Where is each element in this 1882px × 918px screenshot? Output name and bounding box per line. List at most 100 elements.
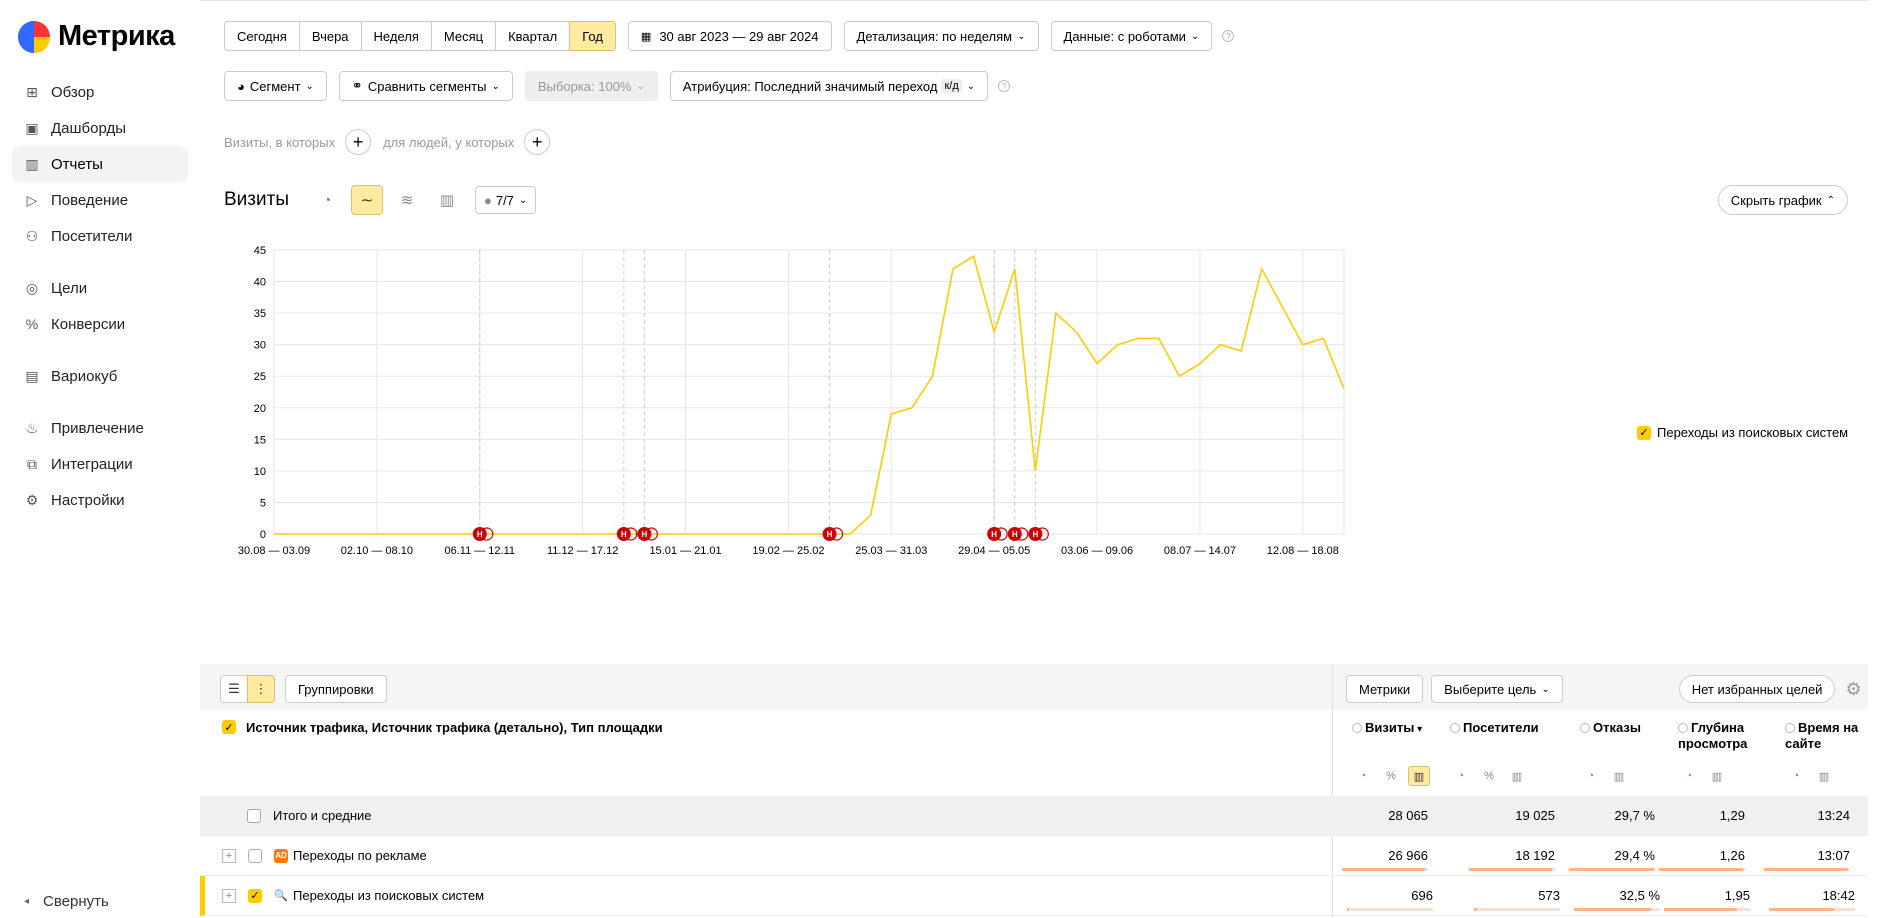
sidebar-item-2[interactable]: ▣ Дашборды: [12, 110, 188, 146]
metric-bar: [1764, 868, 1849, 871]
help-icon[interactable]: [1678, 723, 1688, 733]
metric-header-2[interactable]: Посетители: [1450, 720, 1570, 736]
bar-chart-view-icon[interactable]: ▥: [431, 185, 463, 215]
sidebar-item-1[interactable]: ⊞ Обзор: [12, 74, 188, 110]
expand-row-icon[interactable]: +: [222, 848, 236, 863]
sidebar-item-8[interactable]: ▤ Вариокуб: [12, 358, 188, 394]
ad-icon: AD: [274, 848, 288, 863]
expand-row-icon[interactable]: +: [222, 888, 236, 903]
chevron-up-icon: ⌃: [1826, 194, 1835, 206]
period-button-2[interactable]: Вчера: [298, 21, 362, 51]
pie-view-icon[interactable]: ◔: [1785, 766, 1807, 786]
hide-chart-label: Скрыть график: [1730, 192, 1822, 208]
row-checkbox[interactable]: [248, 848, 262, 863]
sidebar-item-9[interactable]: ♨ Привлечение: [12, 410, 188, 446]
y-tick-label: 5: [260, 497, 266, 509]
data-robots-dropdown[interactable]: Данные: с роботами ⌄: [1050, 21, 1213, 51]
sidebar-item-6[interactable]: ◎ Цели: [12, 270, 188, 306]
sidebar-item-11[interactable]: ⚙ Настройки: [12, 482, 188, 518]
y-tick-label: 25: [254, 371, 266, 383]
metric-view-icons: ◔ ▥: [1785, 766, 1835, 786]
metric-bar: [1574, 908, 1652, 911]
logo[interactable]: Метрика: [18, 20, 175, 53]
bar-chart-icon: ▥: [25, 155, 39, 172]
metrika-logo-icon: [18, 20, 50, 53]
metrics-button[interactable]: Метрики: [1346, 675, 1424, 703]
sort-desc-icon[interactable]: ▾: [1414, 724, 1422, 735]
metric-value: 26 966: [1388, 848, 1428, 863]
bar-view-icon[interactable]: ▥: [1408, 766, 1430, 786]
add-visit-filter-button[interactable]: +: [345, 129, 372, 155]
table-row[interactable]: + AD Переходы по рекламе 26 966 18 192 29,4 %…: [200, 836, 1868, 876]
legend-checkbox[interactable]: ✓: [1637, 425, 1651, 440]
metric-header-4[interactable]: Глубина просмотра: [1678, 720, 1768, 752]
period-button-4[interactable]: Месяц: [430, 21, 497, 51]
metric-value: 13:24: [1817, 808, 1850, 823]
choose-goal-dropdown[interactable]: Выберите цель ⌄: [1431, 675, 1563, 703]
period-button-5[interactable]: Квартал: [495, 21, 571, 51]
metric-value: 29,4 %: [1614, 848, 1655, 863]
pie-view-icon[interactable]: ◔: [1450, 766, 1472, 786]
dimension-header[interactable]: ✓ Источник трафика, Источник трафика (де…: [222, 720, 663, 735]
sidebar-item-5[interactable]: ⚇ Посетители: [12, 218, 188, 254]
dashboard-icon: ▣: [25, 119, 39, 136]
series-count-dropdown[interactable]: ● 7/7 ⌄: [474, 186, 537, 214]
list-view-icon[interactable]: ☰: [220, 675, 248, 703]
chevron-down-icon: ⌄: [518, 194, 528, 206]
bar-view-icon[interactable]: ▥: [1706, 766, 1728, 786]
sample-dropdown[interactable]: Выборка: 100% ⌄: [524, 71, 658, 101]
period-button-6[interactable]: Год: [569, 21, 616, 51]
total-checkbox[interactable]: [247, 808, 261, 823]
pie-icon: ◕: [237, 78, 245, 94]
favorite-goals-button[interactable]: Нет избранных целей: [1678, 675, 1836, 703]
area-chart-view-icon[interactable]: ≋: [391, 185, 423, 215]
row-checkbox[interactable]: ✓: [248, 888, 262, 903]
attribution-dropdown[interactable]: Атрибуция: Последний значимый переход к/…: [669, 71, 989, 101]
pie-view-icon[interactable]: ◔: [1678, 766, 1700, 786]
percent-view-icon[interactable]: %: [1380, 766, 1402, 786]
sidebar-item-7[interactable]: % Конверсии: [12, 306, 188, 342]
help-icon[interactable]: [1450, 723, 1460, 733]
gear-icon[interactable]: ⚙: [1845, 679, 1861, 700]
bar-view-icon[interactable]: ▥: [1506, 766, 1528, 786]
help-icon[interactable]: [1352, 723, 1362, 733]
period-button-3[interactable]: Неделя: [360, 21, 432, 51]
groupings-button[interactable]: Группировки: [285, 675, 387, 703]
main-content: Сегодня Вчера Неделя Месяц Квартал Год ▦ 30 а…: [200, 0, 1868, 918]
sidebar-item-3[interactable]: ▥ Отчеты: [12, 146, 188, 182]
pie-view-icon[interactable]: ◔: [1580, 766, 1602, 786]
attribution-label: Атрибуция: Последний значимый переход: [682, 78, 938, 94]
percent-view-icon[interactable]: %: [1478, 766, 1500, 786]
period-button-1[interactable]: Сегодня: [224, 21, 300, 51]
help-icon[interactable]: [1785, 723, 1795, 733]
detail-dropdown[interactable]: Детализация: по неделям ⌄: [843, 21, 1039, 51]
collapse-sidebar-button[interactable]: ◂ Свернуть: [24, 893, 109, 910]
hide-chart-button[interactable]: Скрыть график ⌃: [1717, 185, 1848, 215]
dimension-checkbox[interactable]: ✓: [222, 720, 236, 734]
sidebar-item-10[interactable]: ⧉ Интеграции: [12, 446, 188, 482]
metric-header-3[interactable]: Отказы: [1580, 720, 1670, 736]
line-chart-view-icon[interactable]: ∼: [350, 185, 383, 215]
sidebar-item-4[interactable]: ▷ Поведение: [12, 182, 188, 218]
pie-chart-view-icon[interactable]: ◔: [311, 185, 343, 215]
tree-view-icon[interactable]: ⋮: [247, 675, 275, 703]
flame-icon: ♨: [25, 419, 39, 436]
metric-header-5[interactable]: Время на сайте: [1785, 720, 1865, 752]
chart-legend[interactable]: ✓ Переходы из поисковых систем: [1637, 425, 1848, 440]
event-marker-label: Н: [641, 530, 647, 539]
help-icon[interactable]: ?: [1222, 30, 1235, 42]
help-icon[interactable]: ?: [998, 80, 1011, 92]
nav-separator: [12, 342, 188, 358]
compare-segments-dropdown[interactable]: ⚭ Сравнить сегменты ⌄: [338, 71, 513, 101]
segment-dropdown[interactable]: ◕ Сегмент ⌄: [224, 71, 327, 101]
metric-header-1[interactable]: Визиты ▾: [1352, 720, 1432, 738]
help-icon[interactable]: [1580, 723, 1590, 733]
date-range-button[interactable]: ▦ 30 авг 2023 — 29 авг 2024: [627, 21, 832, 51]
add-people-filter-button[interactable]: +: [524, 129, 551, 155]
pie-view-icon[interactable]: ◔: [1352, 766, 1374, 786]
bar-view-icon[interactable]: ▥: [1608, 766, 1630, 786]
table-row[interactable]: + ✓ 🔍 Переходы из поисковых систем 696 573 32,…: [200, 876, 1868, 916]
bar-view-icon[interactable]: ▥: [1813, 766, 1835, 786]
metric-value: 1,95: [1724, 888, 1750, 903]
sidebar-item-label: Цели: [51, 279, 88, 297]
